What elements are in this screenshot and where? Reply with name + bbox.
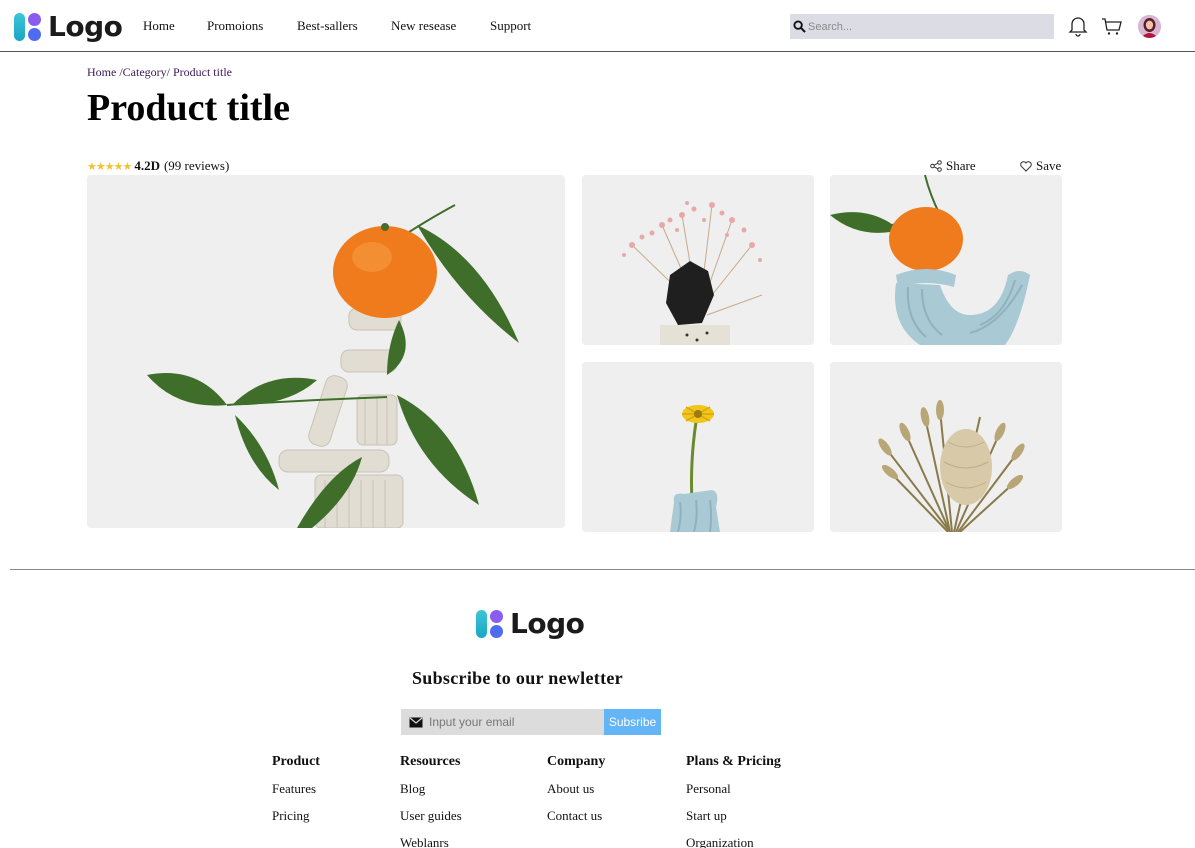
share-label: Share xyxy=(946,158,976,173)
footer-link[interactable]: Pricing xyxy=(272,808,320,826)
product-image-3[interactable] xyxy=(830,175,1062,345)
search-bar[interactable] xyxy=(790,14,1054,39)
top-header: Logo Home Promoions Best-sallers New res… xyxy=(0,0,1195,52)
notification-bell-icon[interactable] xyxy=(1066,14,1090,38)
header-logo[interactable]: Logo xyxy=(12,10,123,43)
product-image-2[interactable] xyxy=(582,175,814,345)
share-button[interactable]: Share xyxy=(930,158,976,174)
cart-icon[interactable] xyxy=(1100,14,1124,38)
footer-column-title: Product xyxy=(272,754,320,769)
rating-value: 4.2D xyxy=(134,158,160,173)
footer-column-title: Plans & Pricing xyxy=(686,754,781,769)
footer-column-title: Company xyxy=(547,754,606,769)
heart-icon xyxy=(1020,160,1032,172)
subscribe-heading: Subscribe to our newletter xyxy=(412,668,623,688)
product-image-4[interactable] xyxy=(582,362,814,532)
footer-link[interactable]: Blog xyxy=(400,781,462,799)
mail-icon xyxy=(409,717,423,727)
footer-link[interactable]: Personal xyxy=(686,781,781,799)
user-avatar[interactable] xyxy=(1138,15,1161,38)
product-rating: ★★★★★ 4.2D (99 reviews) xyxy=(87,158,229,174)
footer-column-company: Company About us Contact us xyxy=(547,754,605,835)
footer-column-title: Resources xyxy=(400,754,461,769)
footer-column-resources: Resources Blog User guides Weblanrs xyxy=(400,754,462,848)
save-button[interactable]: Save xyxy=(1020,158,1061,174)
nav-support[interactable]: Support xyxy=(490,18,531,34)
footer-logo-text: Logo xyxy=(510,607,585,640)
footer-link[interactable]: User guides xyxy=(400,808,462,826)
footer-column-plans: Plans & Pricing Personal Start up Organi… xyxy=(686,754,781,848)
share-icon xyxy=(930,160,942,172)
email-field-wrapper[interactable] xyxy=(401,709,604,735)
logo-text: Logo xyxy=(48,10,123,43)
search-input[interactable] xyxy=(808,20,1048,33)
newsletter-form: Subsribe xyxy=(401,709,661,735)
save-label: Save xyxy=(1036,158,1062,173)
nav-new-release[interactable]: New resease xyxy=(391,18,456,34)
footer-logo[interactable]: Logo xyxy=(474,607,585,640)
footer-logo-mark-icon xyxy=(474,608,506,640)
footer-link[interactable]: Organization xyxy=(686,835,781,848)
footer-link[interactable]: Weblanrs xyxy=(400,835,462,848)
rating-stars-icon: ★★★★★ xyxy=(87,160,132,173)
logo-mark-icon xyxy=(12,11,44,43)
page-title: Product title xyxy=(87,87,290,129)
footer-divider xyxy=(10,569,1195,570)
footer-column-product: Product Features Pricing xyxy=(272,754,320,835)
nav-best-sellers[interactable]: Best-sallers xyxy=(297,18,358,34)
nav-promotions[interactable]: Promoions xyxy=(207,18,263,34)
breadcrumb[interactable]: Home /Category/ Product title xyxy=(87,65,232,80)
footer-link[interactable]: Contact us xyxy=(547,808,605,826)
nav-home[interactable]: Home xyxy=(143,18,175,34)
subscribe-button[interactable]: Subsribe xyxy=(604,709,661,735)
email-input[interactable] xyxy=(429,715,599,729)
footer-link[interactable]: Start up xyxy=(686,808,781,826)
product-image-5[interactable] xyxy=(830,362,1062,532)
product-main-image[interactable] xyxy=(87,175,565,528)
search-icon xyxy=(793,20,806,33)
review-count[interactable]: (99 reviews) xyxy=(164,158,229,174)
footer-link[interactable]: About us xyxy=(547,781,605,799)
footer-link[interactable]: Features xyxy=(272,781,320,799)
